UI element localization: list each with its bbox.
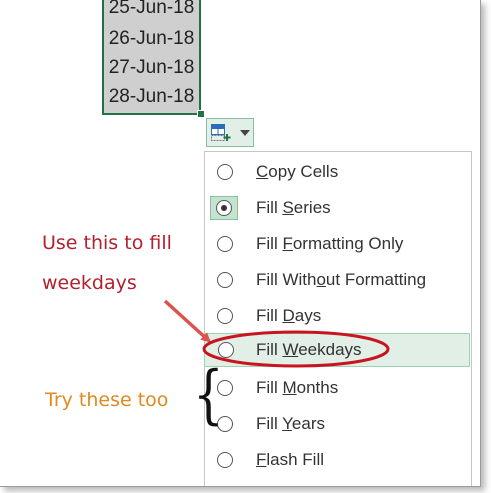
annotation-overlay [163,299,390,368]
arrow-icon [163,299,211,343]
screenshot-frame: 25-Jun-18 26-Jun-18 27-Jun-18 28-Jun-18 … [0,0,481,487]
highlight-ellipse [202,330,390,368]
